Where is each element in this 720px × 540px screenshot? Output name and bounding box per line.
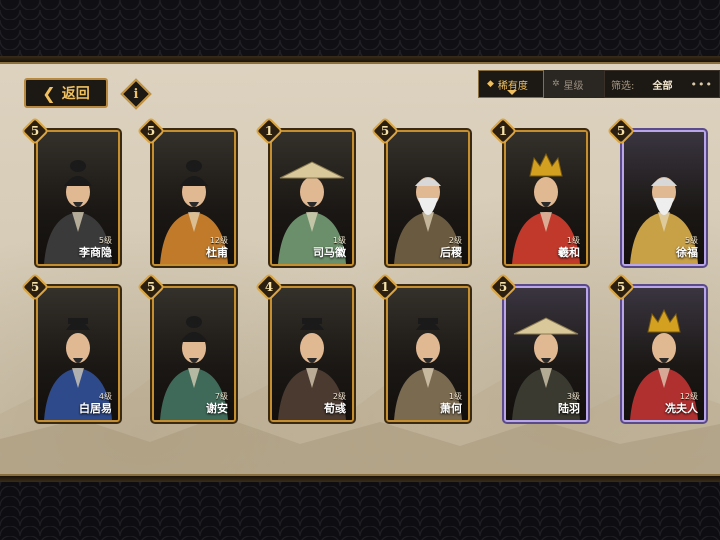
filter-value: 全部 bbox=[652, 80, 673, 92]
tab-star-level[interactable]: ✲ 星级 bbox=[544, 70, 604, 98]
star-count-badge: 1 bbox=[254, 116, 284, 146]
bottom-decor-band bbox=[0, 476, 720, 540]
star-icon: ✲ bbox=[552, 79, 560, 89]
star-count-badge: 5 bbox=[136, 272, 166, 302]
more-options-icon[interactable]: ••• bbox=[691, 78, 713, 91]
hero-card[interactable]: 12级 杜甫 bbox=[152, 130, 236, 266]
star-count: 1 bbox=[498, 124, 508, 138]
star-count-badge: 5 bbox=[606, 116, 636, 146]
hero-card[interactable]: 3级 陆羽 bbox=[504, 286, 588, 422]
hero-name: 后稷 bbox=[440, 246, 462, 259]
hero-card[interactable]: 1级 司马徽 bbox=[270, 130, 354, 266]
hero-name: 陆羽 bbox=[558, 402, 580, 415]
star-count: 1 bbox=[264, 124, 274, 138]
hero-card[interactable]: 5级 李商隐 bbox=[36, 130, 120, 266]
star-count-badge: 1 bbox=[488, 116, 518, 146]
star-count-badge: 5 bbox=[136, 116, 166, 146]
caret-down-icon bbox=[507, 90, 517, 95]
chevron-left-icon: ❮ bbox=[42, 83, 56, 103]
tab-rarity[interactable]: ◆ 稀有度 bbox=[478, 70, 544, 98]
hero-name: 徐福 bbox=[676, 246, 698, 259]
hero-name: 冼夫人 bbox=[665, 402, 698, 415]
hero-name: 李商隐 bbox=[79, 246, 112, 259]
hero-name: 司马徽 bbox=[313, 246, 346, 259]
star-count-badge: 5 bbox=[20, 272, 50, 302]
sort-filter-bar: ◆ 稀有度 ✲ 星级 筛选: 全部 ••• bbox=[478, 70, 720, 98]
filter-label: 筛选: bbox=[611, 80, 635, 92]
star-count-badge: 4 bbox=[254, 272, 284, 302]
hero-name: 谢安 bbox=[206, 402, 228, 415]
star-count-badge: 5 bbox=[606, 272, 636, 302]
hero-name: 荀彧 bbox=[324, 402, 346, 415]
hero-card[interactable]: 7级 谢安 bbox=[152, 286, 236, 422]
star-count: 5 bbox=[30, 280, 40, 294]
hero-card[interactable]: 2级 后稷 bbox=[386, 130, 470, 266]
filter-dropdown[interactable]: 筛选: 全部 ••• bbox=[604, 70, 720, 98]
star-count-badge: 5 bbox=[20, 116, 50, 146]
hero-card[interactable]: 5级 徐福 bbox=[622, 130, 706, 266]
back-button-label: 返回 bbox=[61, 86, 90, 102]
star-count: 4 bbox=[264, 280, 274, 294]
hero-name: 杜甫 bbox=[206, 246, 228, 259]
info-icon: i bbox=[133, 86, 139, 102]
hero-name: 白居易 bbox=[79, 402, 112, 415]
star-count-badge: 5 bbox=[370, 116, 400, 146]
hero-name: 羲和 bbox=[558, 246, 580, 259]
star-count-badge: 5 bbox=[488, 272, 518, 302]
diamond-icon: ◆ bbox=[487, 79, 494, 89]
hero-card[interactable]: 1级 羲和 bbox=[504, 130, 588, 266]
star-count: 5 bbox=[616, 124, 626, 138]
back-button[interactable]: ❮ 返回 bbox=[24, 78, 108, 108]
star-count: 5 bbox=[146, 280, 156, 294]
star-count: 5 bbox=[616, 280, 626, 294]
star-count: 5 bbox=[498, 280, 508, 294]
star-count: 5 bbox=[30, 124, 40, 138]
hero-card[interactable]: 12级 冼夫人 bbox=[622, 286, 706, 422]
star-count: 5 bbox=[380, 124, 390, 138]
tab-star-level-label: 星级 bbox=[563, 80, 584, 92]
hero-card[interactable]: 1级 萧何 bbox=[386, 286, 470, 422]
star-count: 1 bbox=[380, 280, 390, 294]
star-count: 5 bbox=[146, 124, 156, 138]
hero-card[interactable]: 2级 荀彧 bbox=[270, 286, 354, 422]
top-decor-band bbox=[0, 0, 720, 62]
info-button[interactable]: i bbox=[120, 78, 152, 110]
hero-name: 萧何 bbox=[440, 402, 462, 415]
hero-card[interactable]: 4级 白居易 bbox=[36, 286, 120, 422]
star-count-badge: 1 bbox=[370, 272, 400, 302]
